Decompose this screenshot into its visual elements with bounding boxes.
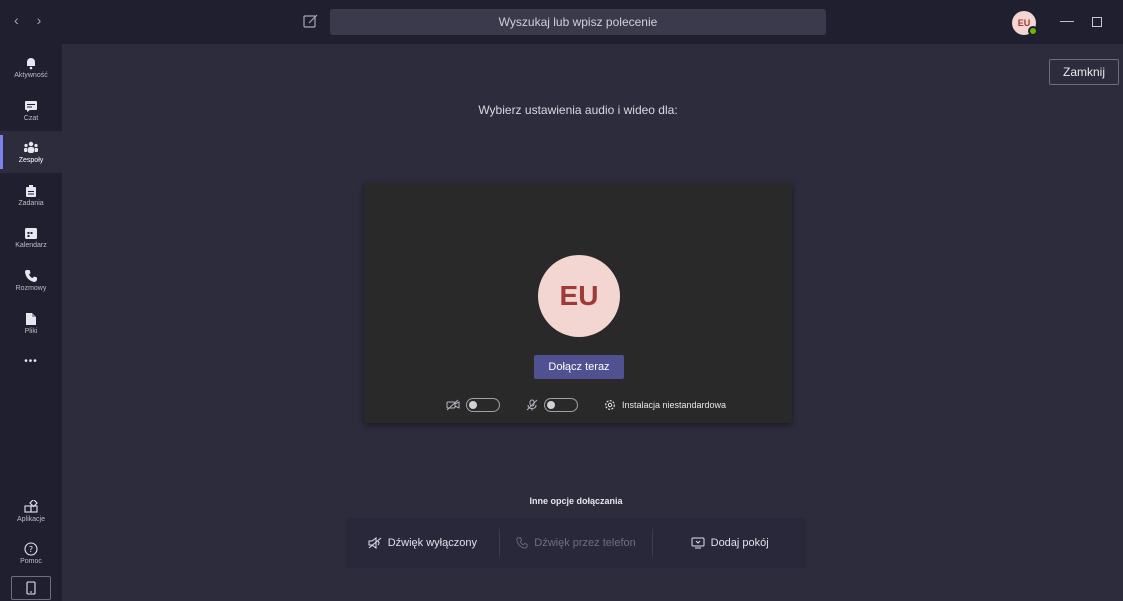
calendar-icon bbox=[25, 227, 37, 239]
add-room-option[interactable]: Dodaj pokój bbox=[652, 529, 806, 557]
rail-item-label: Czat bbox=[23, 114, 39, 122]
rail-item-label: Aplikacje bbox=[16, 515, 45, 523]
rail-item-label: Pliki bbox=[24, 327, 38, 335]
help-icon: ? bbox=[24, 541, 38, 556]
title-bar: ‹ › Wyszukaj lub wpisz polecenie EU — bbox=[0, 0, 1123, 44]
rail-item-label: Zadania bbox=[18, 199, 44, 207]
rail-item-calls[interactable]: Rozmowy bbox=[0, 259, 62, 301]
rail-item-more[interactable]: ••• bbox=[0, 340, 62, 382]
compose-icon[interactable] bbox=[302, 12, 320, 30]
user-avatar: EU bbox=[538, 255, 620, 337]
svg-text:?: ? bbox=[29, 545, 33, 554]
join-now-button[interactable]: Dołącz teraz bbox=[534, 355, 624, 379]
rail-item-label: Kalendarz bbox=[15, 241, 47, 249]
maximize-icon[interactable] bbox=[1092, 17, 1102, 27]
more-icon: ••• bbox=[24, 355, 38, 367]
teams-icon bbox=[24, 141, 38, 153]
rail-item-label: Zespoły bbox=[18, 156, 44, 164]
history-nav: ‹ › bbox=[14, 12, 41, 28]
rail-item-assignments[interactable]: Zadania bbox=[0, 174, 62, 216]
microphone-toggle[interactable] bbox=[544, 398, 578, 412]
profile-avatar[interactable]: EU bbox=[1012, 11, 1038, 36]
speaker-off-icon bbox=[368, 537, 382, 549]
rail-item-activity[interactable]: Aktywność bbox=[0, 46, 62, 88]
rail-item-calendar[interactable]: Kalendarz bbox=[0, 216, 62, 258]
profile-avatar-initials: EU bbox=[1017, 18, 1031, 28]
audio-off-option[interactable]: Dźwięk wyłączony bbox=[346, 529, 499, 557]
phone-icon bbox=[516, 537, 528, 549]
phone-icon bbox=[25, 269, 37, 282]
rail-item-label: Rozmowy bbox=[15, 284, 47, 292]
page-title: Wybierz ustawienia audio i wideo dla: bbox=[478, 103, 678, 117]
rail-item-teams[interactable]: Zespoły bbox=[0, 131, 62, 173]
rail-item-apps[interactable]: Aplikacje bbox=[0, 490, 62, 532]
file-icon bbox=[26, 312, 36, 325]
other-join-options: Dźwięk wyłączony Dźwięk przez telefon Do… bbox=[346, 518, 806, 568]
rail-item-label: Pomoc bbox=[20, 557, 42, 565]
rail-item-help[interactable]: ? Pomoc bbox=[0, 532, 62, 574]
bell-icon bbox=[27, 57, 35, 69]
phone-audio-option: Dźwięk przez telefon bbox=[498, 529, 653, 557]
rail-item-chat[interactable]: Czat bbox=[0, 89, 62, 131]
av-controls: Instalacja niestandardowa bbox=[446, 396, 726, 414]
phone-audio-label: Dźwięk przez telefon bbox=[534, 537, 636, 549]
apps-icon bbox=[24, 499, 38, 513]
rail-item-label: Aktywność bbox=[14, 71, 48, 79]
toggle-knob bbox=[547, 401, 555, 409]
camera-toggle[interactable] bbox=[466, 398, 500, 412]
back-icon[interactable]: ‹ bbox=[14, 12, 19, 28]
presence-available-icon bbox=[1028, 26, 1038, 36]
camera-off-icon bbox=[446, 399, 460, 411]
cast-icon bbox=[691, 537, 705, 549]
gear-icon[interactable] bbox=[604, 399, 616, 411]
search-input[interactable]: Wyszukaj lub wpisz polecenie bbox=[330, 9, 826, 35]
close-button[interactable]: Zamknij bbox=[1049, 59, 1119, 85]
video-preview: EU Dołącz teraz Instalacja niestandardow… bbox=[364, 183, 792, 423]
rail-item-files[interactable]: Pliki bbox=[0, 302, 62, 344]
forward-icon[interactable]: › bbox=[37, 12, 42, 28]
minimize-icon[interactable]: — bbox=[1060, 12, 1074, 28]
microphone-off-icon bbox=[526, 399, 538, 411]
other-options-title: Inne opcje dołączania bbox=[529, 496, 623, 506]
chat-icon bbox=[25, 100, 37, 112]
app-bar: Aktywność Czat Zespoły Zadania Kalendarz bbox=[0, 44, 62, 601]
toggle-knob bbox=[469, 401, 477, 409]
add-room-label: Dodaj pokój bbox=[710, 537, 769, 549]
custom-setup-link[interactable]: Instalacja niestandardowa bbox=[622, 400, 726, 410]
mobile-icon bbox=[26, 581, 36, 595]
audio-off-label: Dźwięk wyłączony bbox=[387, 537, 477, 549]
assignments-icon bbox=[26, 184, 36, 197]
mobile-device-button[interactable] bbox=[11, 576, 51, 600]
